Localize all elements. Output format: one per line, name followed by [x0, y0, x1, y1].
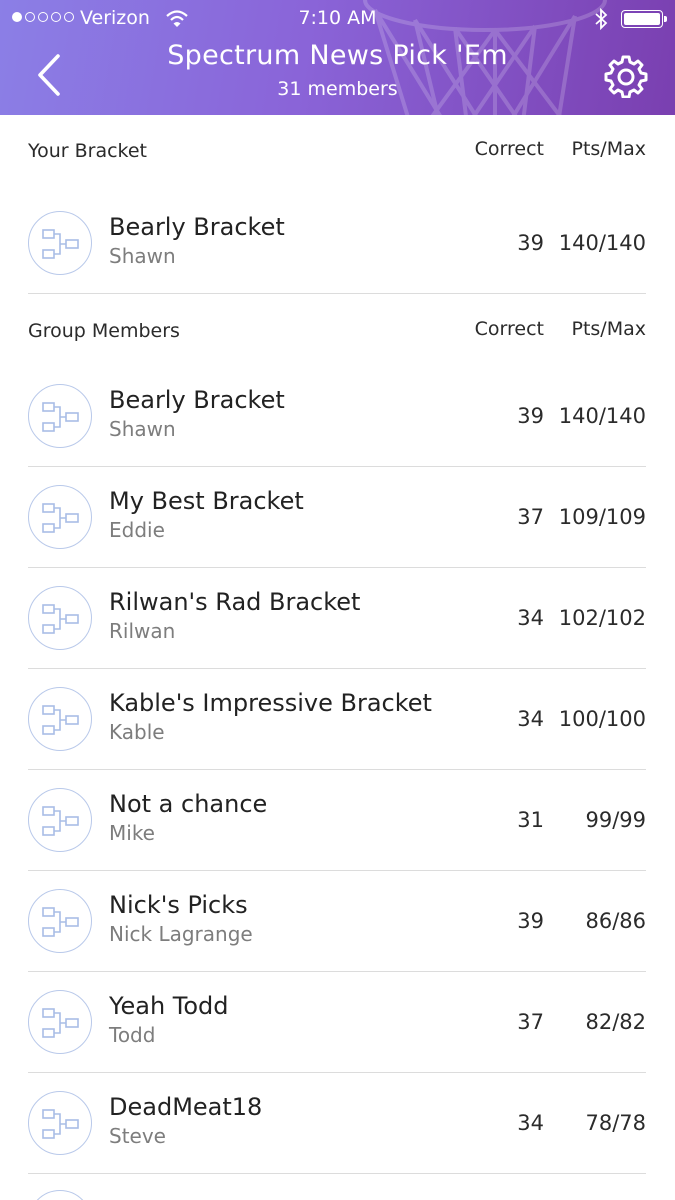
column-header-correct: Correct — [474, 138, 544, 160]
section-title: Your Bracket — [28, 140, 148, 162]
bracket-avatar — [28, 384, 92, 448]
pts-max: 140/140 — [558, 404, 646, 428]
member-count: 31 members — [277, 78, 398, 100]
bracket-owner: Kable — [109, 720, 165, 744]
correct-count: 37 — [517, 1010, 544, 1034]
column-header-pts-max: Pts/Max — [571, 138, 647, 160]
bracket-avatar — [28, 211, 92, 275]
table-row[interactable]: Rilwan's Rad Bracket Rilwan 34 102/102 — [28, 568, 646, 669]
bracket-name: DeadMeat18 — [109, 1093, 263, 1121]
bracket-avatar — [28, 586, 92, 650]
bracket-name: Yeah Todd — [109, 992, 229, 1020]
column-header-pts-max: Pts/Max — [571, 318, 647, 340]
correct-count: 39 — [517, 231, 544, 255]
bracket-icon — [42, 1109, 79, 1139]
bracket-owner: Rilwan — [109, 619, 176, 643]
table-row[interactable]: Not a chance Mike 31 99/99 — [28, 770, 646, 871]
bracket-owner: Mike — [109, 821, 155, 845]
bracket-icon — [42, 907, 79, 937]
header-bar: Verizon 7:10 AM Spectrum News Pick 'Em 3… — [0, 0, 675, 115]
pts-max: 78/78 — [585, 1111, 646, 1135]
page-title: Spectrum News Pick 'Em — [167, 40, 508, 71]
table-row[interactable]: Bearly Bracket Shawn 39 140/140 — [28, 366, 646, 467]
bracket-avatar — [28, 990, 92, 1054]
pts-max: 102/102 — [558, 606, 646, 630]
section-title: Group Members — [28, 320, 180, 342]
bracket-avatar — [28, 485, 92, 549]
table-row[interactable]: DeadMeat18 Steve 34 78/78 — [28, 1073, 646, 1174]
bracket-icon — [42, 229, 79, 259]
table-row[interactable]: Kable's Impressive Bracket Kable 34 100/… — [28, 669, 646, 770]
bracket-owner: Shawn — [109, 244, 176, 268]
bracket-avatar — [28, 1091, 92, 1155]
correct-count: 34 — [517, 606, 544, 630]
bracket-icon — [42, 503, 79, 533]
bracket-name: Bearly Bracket — [109, 386, 285, 414]
correct-count: 39 — [517, 909, 544, 933]
bracket-owner: Steve — [109, 1124, 166, 1148]
bracket-name: Rilwan's Rad Bracket — [109, 588, 361, 616]
correct-count: 34 — [517, 707, 544, 731]
bracket-owner: Shawn — [109, 417, 176, 441]
pts-max: 140/140 — [558, 231, 646, 255]
bracket-icon — [42, 705, 79, 735]
group-members-header: Group Members Correct Pts/Max — [28, 316, 646, 348]
pts-max: 82/82 — [585, 1010, 646, 1034]
pts-max: 99/99 — [585, 808, 646, 832]
bracket-name: Nick's Picks — [109, 891, 248, 919]
correct-count: 39 — [517, 404, 544, 428]
status-bar: Verizon 7:10 AM — [0, 0, 675, 38]
bracket-name: Kable's Impressive Bracket — [109, 689, 432, 717]
pts-max: 86/86 — [585, 909, 646, 933]
bracket-avatar — [28, 788, 92, 852]
bracket-avatar-partial — [28, 1190, 92, 1200]
bracket-icon — [42, 402, 79, 432]
battery-icon — [621, 10, 667, 28]
bracket-icon — [42, 1008, 79, 1038]
bracket-owner: Todd — [109, 1023, 156, 1047]
bracket-name: My Best Bracket — [109, 487, 304, 515]
bracket-owner: Eddie — [109, 518, 165, 542]
bracket-name: Not a chance — [109, 790, 268, 818]
bracket-name: Bearly Bracket — [109, 213, 285, 241]
bracket-icon — [42, 604, 79, 634]
bracket-avatar — [28, 687, 92, 751]
table-row[interactable]: Nick's Picks Nick Lagrange 39 86/86 — [28, 871, 646, 972]
bracket-owner: Nick Lagrange — [109, 922, 253, 946]
bracket-icon — [42, 806, 79, 836]
correct-count: 31 — [517, 808, 544, 832]
pts-max: 109/109 — [558, 505, 646, 529]
status-time: 7:10 AM — [298, 7, 377, 29]
your-bracket-row[interactable]: Bearly Bracket Shawn 39 140/140 — [28, 193, 646, 294]
table-row[interactable]: Yeah Todd Todd 37 82/82 — [28, 972, 646, 1073]
correct-count: 37 — [517, 505, 544, 529]
your-bracket-header: Your Bracket Correct Pts/Max — [28, 136, 646, 168]
bracket-avatar — [28, 889, 92, 953]
correct-count: 34 — [517, 1111, 544, 1135]
pts-max: 100/100 — [558, 707, 646, 731]
table-row[interactable]: My Best Bracket Eddie 37 109/109 — [28, 467, 646, 568]
bluetooth-icon — [595, 8, 608, 30]
column-header-correct: Correct — [474, 318, 544, 340]
gear-icon[interactable] — [604, 54, 648, 98]
